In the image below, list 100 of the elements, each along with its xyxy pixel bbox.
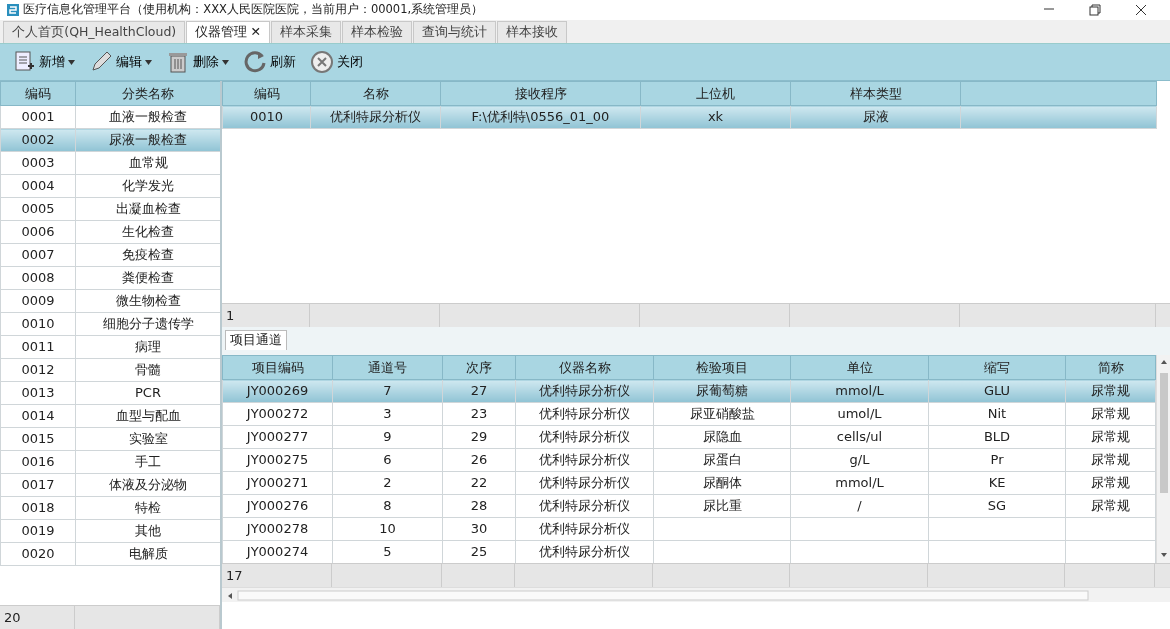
table-cell: 0007 [0,243,76,267]
refresh-button[interactable]: 刷新 [239,48,300,76]
table-cell: 30 [442,517,516,541]
delete-button[interactable]: 删除 [162,48,233,76]
table-cell: JY000275 [222,448,333,472]
table-cell: Nit [928,402,1066,426]
section-tab[interactable]: 项目通道 [225,330,288,350]
close-icon[interactable] [1133,2,1149,18]
table-cell: 0006 [0,220,76,244]
table-cell: BLD [928,425,1066,449]
column-header[interactable]: 分类名称 [75,81,220,106]
restore-icon[interactable] [1087,2,1103,18]
table-cell: JY000277 [222,425,333,449]
column-header[interactable]: 检验项目 [653,355,791,380]
column-header[interactable]: 单位 [790,355,929,380]
table-cell: SG [928,494,1066,518]
table-cell: 尿亚硝酸盐 [653,402,791,426]
table-cell: 0004 [0,174,76,198]
table-cell: 0010 [222,105,311,129]
table-cell: g/L [790,448,929,472]
table-cell: JY000276 [222,494,333,518]
column-header[interactable]: 仪器名称 [515,355,654,380]
table-cell: 2 [332,471,443,495]
close-button[interactable]: 关闭 [306,48,367,76]
table-cell: 23 [442,402,516,426]
table-cell: 9 [332,425,443,449]
table-cell: 0020 [0,542,76,566]
table-cell: 7 [332,379,443,403]
close-icon [310,50,334,74]
table-cell: 优利特尿分析仪 [515,379,654,403]
table-cell: 0019 [0,519,76,543]
table-cell: 优利特尿分析仪 [310,105,441,129]
trash-icon [166,50,190,74]
tab[interactable]: 样本接收 [497,21,567,43]
table-cell: cells/ul [790,425,929,449]
table-cell: 0015 [0,427,76,451]
table-cell: 优利特尿分析仪 [515,448,654,472]
table-cell: 优利特尿分析仪 [515,402,654,426]
table-cell: 10 [332,517,443,541]
table-cell: 22 [442,471,516,495]
table-cell: 尿酮体 [653,471,791,495]
tab[interactable]: 样本采集 [271,21,341,43]
table-cell: 优利特尿分析仪 [515,471,654,495]
app-logo-icon [6,3,20,17]
table-cell: 0003 [0,151,76,175]
table-cell: 尿葡萄糖 [653,379,791,403]
table-cell: mmol/L [790,471,929,495]
table-cell: 0017 [0,473,76,497]
table-cell: 尿液一般检查 [75,128,220,152]
tab[interactable]: 查询与统计 [413,21,496,43]
table-cell: Pr [928,448,1066,472]
table-cell: / [790,494,929,518]
close-tab-icon[interactable]: ✕ [250,24,261,40]
refresh-icon [243,50,267,74]
table-cell: 0011 [0,335,76,359]
table-cell: 优利特尿分析仪 [515,517,654,541]
table-cell: 28 [442,494,516,518]
column-header[interactable]: 编码 [222,81,311,106]
column-header[interactable]: 项目编码 [222,355,333,380]
table-cell: F:\优利特\0556_01_00 [440,105,641,129]
table-cell: JY000269 [222,379,333,403]
table-cell: JY000271 [222,471,333,495]
table-cell: 0018 [0,496,76,520]
edit-button[interactable]: 编辑 [85,48,156,76]
table-cell: 0001 [0,105,76,129]
table-cell: mmol/L [790,379,929,403]
column-header[interactable]: 上位机 [640,81,791,106]
table-cell: GLU [928,379,1066,403]
table-cell: 3 [332,402,443,426]
column-header[interactable]: 简称 [1065,355,1156,380]
table-cell: 优利特尿分析仪 [515,494,654,518]
table-cell: 尿隐血 [653,425,791,449]
table-cell: 0002 [0,128,76,152]
table-cell: KE [928,471,1066,495]
column-header[interactable]: 通道号 [332,355,443,380]
column-header[interactable]: 名称 [310,81,441,106]
pencil-icon [89,50,113,74]
table-cell: 6 [332,448,443,472]
table-cell: JY000272 [222,402,333,426]
table-cell: 尿常规 [1065,448,1156,472]
tab[interactable]: 仪器管理 ✕ [186,21,270,43]
tab[interactable]: 个人首页(QH_HealthCloud) [3,21,186,43]
table-cell: 0005 [0,197,76,221]
column-header[interactable]: 次序 [442,355,516,380]
table-cell: 尿比重 [653,494,791,518]
tab[interactable]: 样本检验 [342,21,412,43]
table-cell: 8 [332,494,443,518]
table-cell: 29 [442,425,516,449]
table-cell: 尿常规 [1065,471,1156,495]
table-cell: 26 [442,448,516,472]
column-header[interactable]: 接收程序 [440,81,641,106]
column-header[interactable]: 样本类型 [790,81,961,106]
column-header[interactable]: 编码 [0,81,76,106]
table-cell: 尿常规 [1065,494,1156,518]
new-button[interactable]: 新增 [8,48,79,76]
document-plus-icon [12,50,36,74]
table-cell: 尿常规 [1065,425,1156,449]
table-cell: JY000278 [222,517,333,541]
table-cell: xk [640,105,791,129]
column-header[interactable]: 缩写 [928,355,1066,380]
